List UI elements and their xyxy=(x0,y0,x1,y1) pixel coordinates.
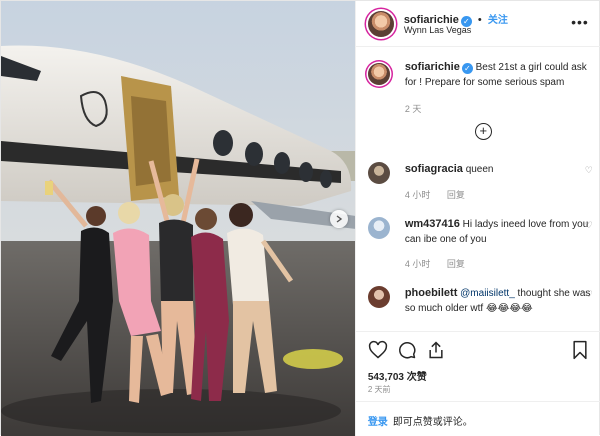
comment-avatar[interactable] xyxy=(367,286,390,308)
comment-item: sofiagracia queen 4 小时 回复 ♡ xyxy=(367,162,593,202)
photo-illustration xyxy=(1,1,355,436)
caption-username[interactable]: sofiarichie xyxy=(405,61,460,73)
instagram-post: sofiarichie ✓ • 关注 Wynn Las Vegas ••• sof… xyxy=(0,0,600,436)
reply-button[interactable]: 回复 xyxy=(447,259,465,269)
comment-like-heart-icon[interactable]: ♡ xyxy=(585,165,593,176)
login-link[interactable]: 登录 xyxy=(368,417,388,428)
comment-username[interactable]: phoebilett xyxy=(405,287,458,299)
post-photo[interactable] xyxy=(1,1,355,436)
comment-item: wm437416 Hi ladys ineed love from you ca… xyxy=(367,217,593,272)
comment-time: 4 小时 xyxy=(404,259,431,269)
like-count[interactable]: 543,703 次赞 xyxy=(368,368,427,383)
comment-text: queen xyxy=(465,164,494,175)
author-avatar[interactable] xyxy=(367,11,394,37)
post-date: 2 天前 xyxy=(367,385,391,394)
verified-badge-icon: ✓ xyxy=(461,63,473,74)
comment-like-heart-icon[interactable]: ♡ xyxy=(585,220,593,231)
comment-icon[interactable] xyxy=(397,340,417,360)
comment-mention-link[interactable]: @maiisilett_ xyxy=(460,288,515,299)
share-icon[interactable] xyxy=(426,340,446,360)
comment-time: 4 小时 xyxy=(404,190,431,200)
comments-section[interactable]: sofiarichie ✓ Best 21st a girl could ask … xyxy=(356,48,600,330)
plus-circle-icon[interactable]: + xyxy=(474,123,492,140)
post-side-panel: sofiarichie ✓ • 关注 Wynn Las Vegas ••• sof… xyxy=(354,1,600,436)
heart-icon[interactable] xyxy=(368,340,388,360)
post-header: sofiarichie ✓ • 关注 Wynn Las Vegas ••• xyxy=(355,1,600,47)
comment-like-heart-icon[interactable]: ♡ xyxy=(585,289,593,300)
more-options-icon[interactable]: ••• xyxy=(571,14,589,30)
location-link[interactable]: Wynn Las Vegas xyxy=(404,25,471,35)
login-prompt: 登录 即可点赞或评论。 xyxy=(355,401,600,436)
caption-avatar[interactable] xyxy=(367,63,390,85)
reply-button[interactable]: 回复 xyxy=(447,190,465,200)
caption-time: 2 天 xyxy=(404,104,422,114)
comment-username[interactable]: sofiagracia xyxy=(405,163,463,175)
follow-button[interactable]: 关注 xyxy=(488,15,508,26)
tarmac-marking xyxy=(283,349,343,369)
caption: sofiarichie ✓ Best 21st a girl could ask … xyxy=(367,60,593,120)
comment-username[interactable]: wm437416 xyxy=(405,218,460,230)
comment-item: phoebilett @maiisilett_ thought she was … xyxy=(367,286,593,330)
login-prompt-text: 即可点赞或评论。 xyxy=(392,417,473,428)
post-actions: 543,703 次赞 2 天前 xyxy=(355,331,600,401)
comment-avatar[interactable] xyxy=(367,217,390,239)
next-photo-arrow-icon[interactable] xyxy=(330,210,348,228)
bookmark-icon[interactable] xyxy=(571,340,589,360)
comment-avatar[interactable] xyxy=(367,162,390,184)
